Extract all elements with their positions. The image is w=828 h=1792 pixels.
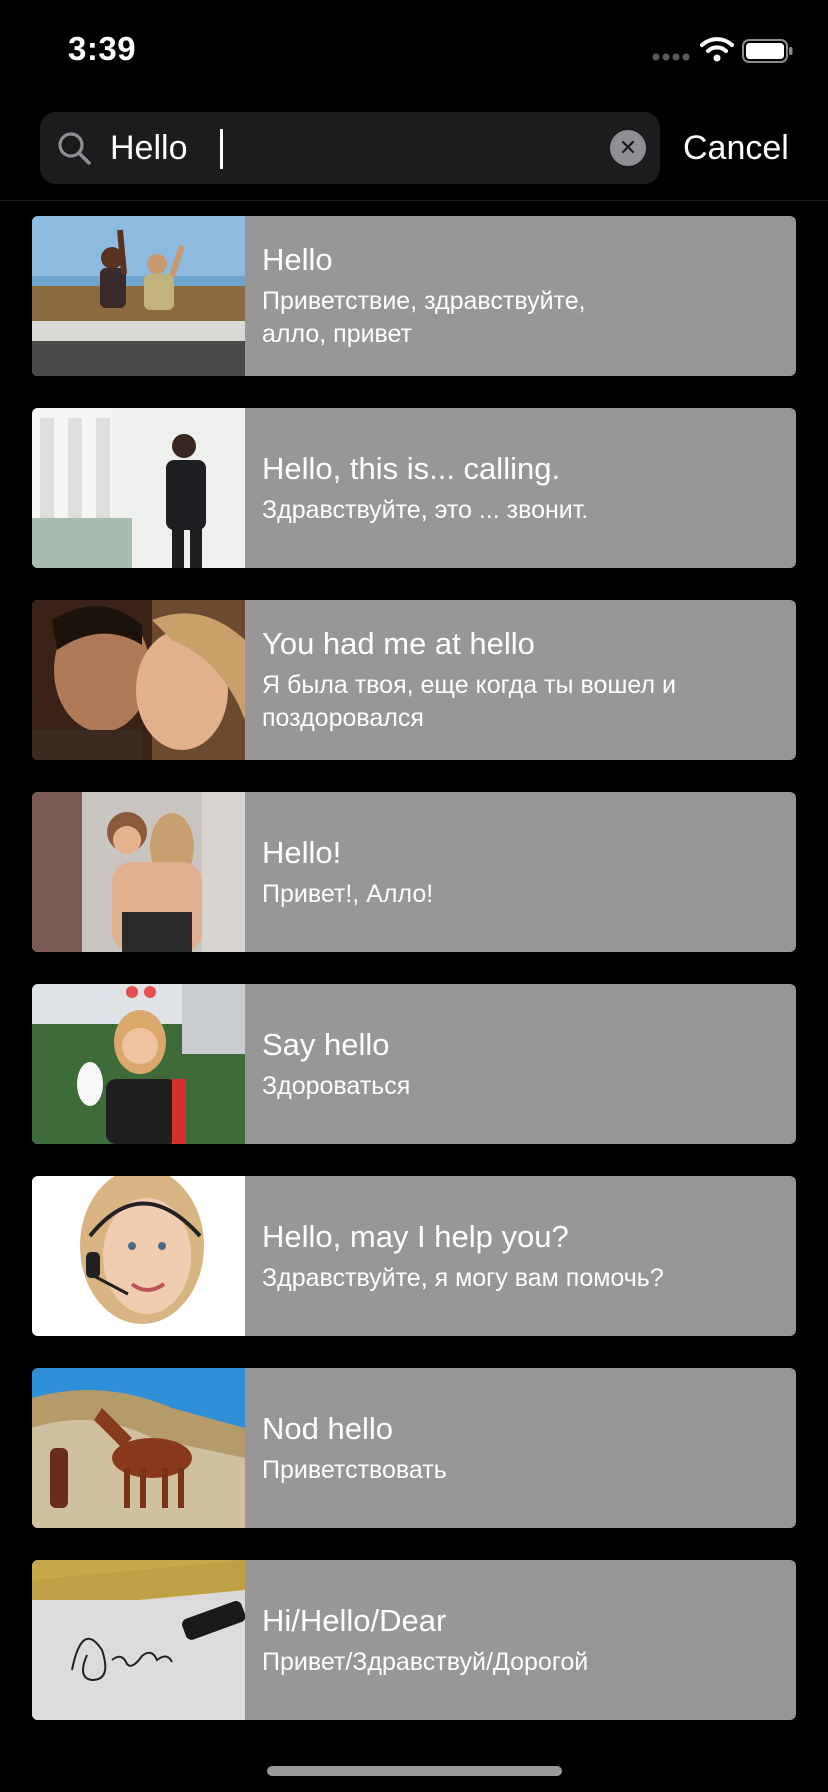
- search-input[interactable]: [104, 112, 580, 184]
- result-subtitle: Приветствие, здравствуйте, алло, привет: [262, 287, 586, 348]
- businesswoman-on-phone-photo: [32, 408, 245, 568]
- result-text: Hello, may I help you? Здравствуйте, я м…: [262, 1176, 782, 1336]
- result-text: Nod hello Приветствовать: [262, 1368, 782, 1528]
- search-bar: ✕ Cancel: [0, 112, 828, 184]
- wifi-icon: [700, 37, 734, 62]
- search-field[interactable]: ✕: [40, 112, 660, 184]
- result-title: Hello, this is... calling.: [262, 450, 561, 486]
- clear-icon: ✕: [618, 135, 638, 160]
- woman-waving-white-gloves-photo: [32, 984, 245, 1144]
- result-text: Hello! Привет!, Алло!: [262, 792, 782, 952]
- battery-icon: [742, 39, 793, 63]
- result-card[interactable]: You had me at hello Я была твоя, еще ког…: [32, 600, 796, 760]
- search-icon: [58, 132, 91, 165]
- status-time: 3:39: [68, 30, 137, 67]
- two-people-waving-in-car-photo: [32, 216, 245, 376]
- handwritten-dear-letter-photo: [32, 1560, 245, 1720]
- result-text: Say hello Здороваться: [262, 984, 782, 1144]
- couple-close-faces-photo: [32, 600, 245, 760]
- signal-dots-icon: [652, 53, 690, 61]
- result-title: Hello, may I help you?: [262, 1218, 569, 1254]
- result-text: Hello, this is... calling. Здравствуйте,…: [262, 408, 782, 568]
- result-card[interactable]: Hello, may I help you? Здравствуйте, я м…: [32, 1176, 796, 1336]
- result-text: Hi/Hello/Dear Привет/Здравствуй/Дорогой: [262, 1560, 782, 1720]
- result-title: Hi/Hello/Dear: [262, 1602, 447, 1638]
- horse-in-desert-photo: [32, 1368, 245, 1528]
- result-subtitle: Приветствовать: [262, 1455, 447, 1484]
- result-subtitle: Привет!, Алло!: [262, 879, 434, 908]
- result-title: Hello!: [262, 834, 342, 870]
- result-subtitle: Здравствуйте, это ... звонит.: [262, 495, 589, 524]
- two-women-hugging-photo: [32, 792, 245, 952]
- result-card[interactable]: Say hello Здороваться: [32, 984, 796, 1144]
- status-bar: 3:39: [0, 0, 828, 100]
- result-text: Hello Приветствие, здравствуйте, алло, п…: [262, 216, 782, 376]
- result-card[interactable]: Hello Приветствие, здравствуйте, алло, п…: [32, 216, 796, 376]
- result-title: Hello: [262, 242, 333, 277]
- result-title: Say hello: [262, 1026, 390, 1062]
- result-subtitle: Здравствуйте, я могу вам помочь?: [262, 1263, 664, 1292]
- result-card[interactable]: Hello! Привет!, Алло!: [32, 792, 796, 952]
- result-title: You had me at hello: [262, 626, 535, 661]
- clear-search-button[interactable]: ✕: [610, 130, 646, 166]
- result-card[interactable]: Hi/Hello/Dear Привет/Здравствуй/Дорогой: [32, 1560, 796, 1720]
- results-list: Hello Приветствие, здравствуйте, алло, п…: [32, 216, 796, 1752]
- cancel-button[interactable]: Cancel: [683, 112, 789, 184]
- result-card[interactable]: Nod hello Приветствовать: [32, 1368, 796, 1528]
- result-text: You had me at hello Я была твоя, еще ког…: [262, 600, 782, 760]
- result-card[interactable]: Hello, this is... calling. Здравствуйте,…: [32, 408, 796, 568]
- woman-with-headset-photo: [32, 1176, 245, 1336]
- divider: [0, 200, 828, 201]
- result-subtitle: Здороваться: [262, 1071, 411, 1100]
- text-caret: [220, 129, 223, 169]
- result-title: Nod hello: [262, 1410, 393, 1446]
- result-subtitle: Привет/Здравствуй/Дорогой: [262, 1647, 589, 1676]
- home-indicator[interactable]: [267, 1766, 562, 1776]
- result-subtitle: Я была твоя, еще когда ты вошел и поздор…: [262, 671, 677, 732]
